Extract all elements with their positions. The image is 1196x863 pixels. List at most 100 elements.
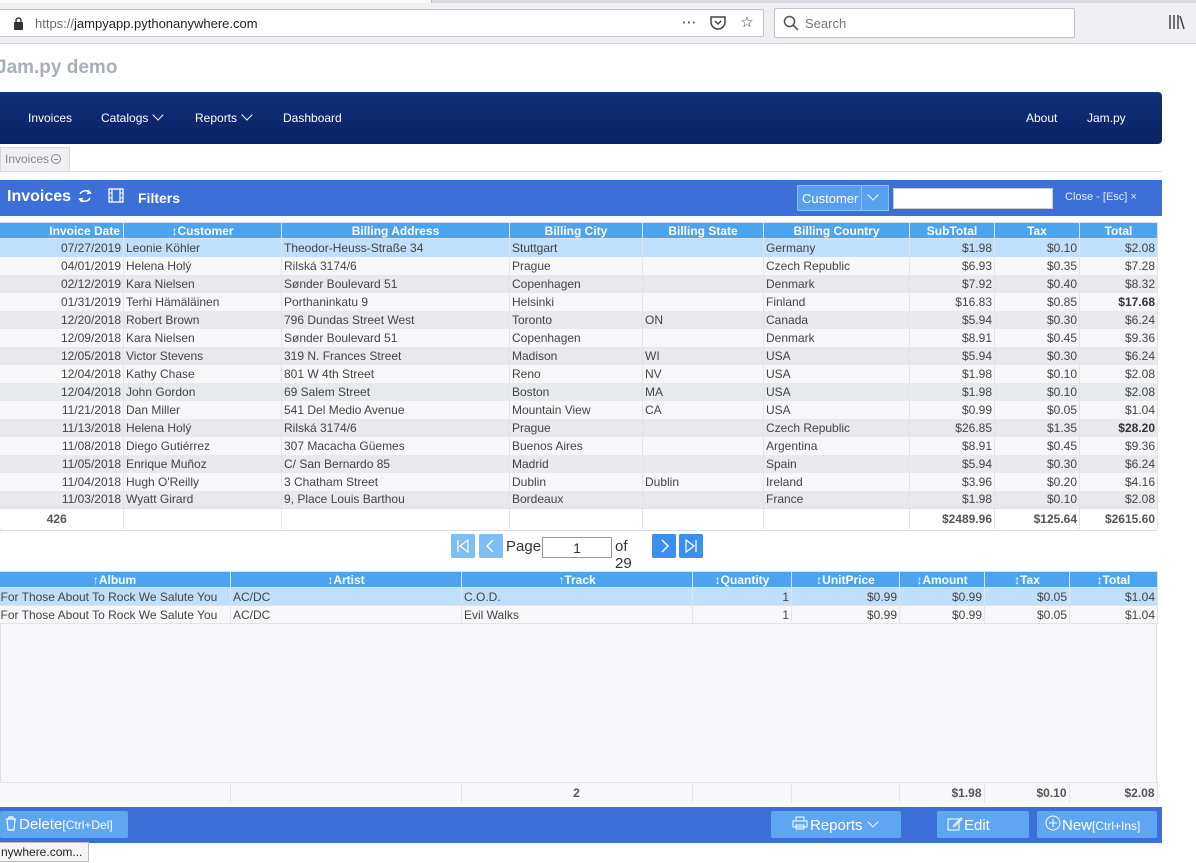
- table-row[interactable]: 11/13/2018 Helena Holý Rilská 3174/6 Prague…: [0, 418, 1158, 437]
- browser-search-field[interactable]: Search: [774, 8, 1075, 38]
- pocket-icon[interactable]: [709, 15, 727, 31]
- page-number-input[interactable]: 1: [542, 537, 612, 558]
- delete-shortcut: [Ctrl+Del]: [62, 818, 113, 832]
- footer-cell: $2489.96: [909, 508, 995, 529]
- table-cell: [642, 436, 764, 455]
- library-icon[interactable]: [1168, 14, 1186, 30]
- search-field-select[interactable]: Customer: [797, 185, 889, 211]
- table-cell: $4.16: [1079, 472, 1158, 491]
- new-button[interactable]: New[Ctrl+Ins]: [1037, 811, 1157, 838]
- refresh-icon[interactable]: [77, 188, 93, 204]
- table-row[interactable]: 04/01/2019 Helena Holý Rilská 3174/6 Prague…: [0, 256, 1158, 275]
- table-cell: Denmark: [763, 274, 910, 293]
- column-header[interactable]: ↕Total: [1069, 571, 1158, 588]
- table-row[interactable]: 11/21/2018 Dan Miller 541 Del Medio Avenue…: [0, 400, 1158, 419]
- column-header[interactable]: ↑Album: [0, 571, 231, 588]
- table-cell: $0.99: [791, 587, 900, 606]
- table-row[interactable]: 12/09/2018 Kara Nielsen Sønder Boulevard 5…: [0, 328, 1158, 347]
- delete-button[interactable]: Delete[Ctrl+Del]: [0, 811, 128, 838]
- table-cell: $0.30: [994, 310, 1080, 329]
- table-cell: 12/20/2018: [0, 310, 124, 329]
- footer-cell: [763, 508, 910, 529]
- table-row[interactable]: For Those About To Rock We Salute You AC/…: [0, 587, 1158, 606]
- tab-invoices[interactable]: Invoices: [0, 147, 71, 171]
- table-cell: $5.94: [909, 346, 995, 365]
- column-header[interactable]: Tax: [994, 222, 1080, 239]
- plus-circle-icon: [1045, 815, 1061, 831]
- footer-cell: [642, 508, 764, 529]
- next-page-button[interactable]: [652, 534, 676, 558]
- close-button[interactable]: Close - [Esc] ×: [1065, 191, 1137, 203]
- table-row[interactable]: 12/04/2018 Kathy Chase 801 W 4th Street Ren…: [0, 364, 1158, 383]
- table-cell: $0.30: [994, 454, 1080, 473]
- nav-reports[interactable]: Reports: [195, 109, 253, 125]
- table-row[interactable]: 07/27/2019 Leonie Köhler Theodor-Heuss-Str…: [0, 238, 1158, 257]
- table-cell: 69 Salem Street: [281, 382, 510, 401]
- table-cell: Boston: [509, 382, 643, 401]
- film-icon[interactable]: [108, 188, 124, 203]
- table-cell: 11/04/2018: [0, 472, 124, 491]
- close-tab-icon[interactable]: [51, 154, 62, 164]
- search-input[interactable]: [893, 188, 1053, 209]
- nav-invoices[interactable]: Invoices: [28, 111, 72, 125]
- reports-button[interactable]: Reports: [771, 811, 901, 838]
- table-row[interactable]: 02/12/2019 Kara Nielsen Sønder Boulevard 5…: [0, 274, 1158, 293]
- table-cell: $5.94: [909, 454, 995, 473]
- nav-catalogs[interactable]: Catalogs: [101, 109, 165, 125]
- column-header[interactable]: ↕Amount: [899, 571, 985, 588]
- bookmark-star-icon[interactable]: ☆: [737, 14, 757, 32]
- edit-label: Edit: [964, 817, 990, 834]
- column-header[interactable]: ↕Quantity: [692, 571, 792, 588]
- footer-cell: [230, 782, 462, 803]
- prev-page-button[interactable]: [479, 534, 503, 558]
- table-cell: $7.28: [1079, 256, 1158, 275]
- filters-button[interactable]: Filters: [138, 190, 180, 206]
- search-placeholder: Search: [805, 16, 847, 31]
- table-cell: 11/21/2018: [0, 400, 124, 419]
- more-actions-icon[interactable]: ⋯: [679, 14, 699, 32]
- table-row[interactable]: 11/05/2018 Enrique Muñoz C/ San Bernardo 8…: [0, 454, 1158, 473]
- column-header[interactable]: ↕Artist: [230, 571, 462, 588]
- column-header[interactable]: Billing City: [509, 222, 643, 239]
- table-cell: $1.98: [909, 238, 995, 257]
- url-protocol: https://: [35, 16, 75, 31]
- table-cell: $0.30: [994, 346, 1080, 365]
- table-row[interactable]: 12/20/2018 Robert Brown 796 Dundas Street …: [0, 310, 1158, 329]
- table-row[interactable]: 11/03/2018 Wyatt Girard 9, Place Louis Bar…: [0, 490, 1158, 509]
- nav-dashboard[interactable]: Dashboard: [283, 111, 342, 125]
- table-cell: $0.10: [994, 364, 1080, 383]
- table-cell: $1.04: [1069, 587, 1158, 606]
- table-cell: $16.83: [909, 292, 995, 311]
- nav-jampy[interactable]: Jam.py: [1087, 111, 1126, 125]
- column-header[interactable]: Invoice Date: [0, 222, 124, 239]
- table-row[interactable]: 12/05/2018 Victor Stevens 319 N. Frances S…: [0, 346, 1158, 365]
- column-header[interactable]: Total: [1079, 222, 1158, 239]
- table-row[interactable]: 01/31/2019 Terhi Hämäläinen Porthaninkatu …: [0, 292, 1158, 311]
- table-cell: Theodor-Heuss-Straße 34: [281, 238, 510, 257]
- table-row[interactable]: For Those About To Rock We Salute You AC/…: [0, 605, 1158, 624]
- column-header[interactable]: ↕UnitPrice: [791, 571, 900, 588]
- table-cell: Wyatt Girard: [123, 490, 282, 509]
- table-row[interactable]: 11/04/2018 Hugh O'Reilly 3 Chatham Street D…: [0, 472, 1158, 491]
- table-cell: 307 Macacha Güemes: [281, 436, 510, 455]
- table-cell: CA: [642, 400, 764, 419]
- column-header[interactable]: Billing Country: [763, 222, 910, 239]
- table-cell: $0.85: [994, 292, 1080, 311]
- column-header[interactable]: Billing Address: [281, 222, 510, 239]
- edit-button[interactable]: Edit: [937, 811, 1029, 838]
- url-bar[interactable]: https://jampyapp.pythonanywhere.com ⋯ ☆: [0, 9, 764, 37]
- table-cell: Dublin: [642, 472, 764, 491]
- table-cell: Madrid: [509, 454, 643, 473]
- table-row[interactable]: 12/04/2018 John Gordon 69 Salem Street Bost…: [0, 382, 1158, 401]
- column-header[interactable]: ↕Customer: [123, 222, 282, 239]
- table-cell: $6.24: [1079, 454, 1158, 473]
- first-page-button[interactable]: [451, 534, 475, 558]
- column-header[interactable]: ↕Tax: [984, 571, 1070, 588]
- column-header[interactable]: Billing State: [642, 222, 764, 239]
- last-page-button[interactable]: [679, 534, 703, 558]
- column-header[interactable]: SubTotal: [909, 222, 995, 239]
- table-row[interactable]: 11/08/2018 Diego Gutiérrez 307 Macacha Güe…: [0, 436, 1158, 455]
- column-header[interactable]: ↑Track: [461, 571, 693, 588]
- delete-label: Delete[Ctrl+Del]: [19, 816, 113, 833]
- nav-about[interactable]: About: [1026, 111, 1057, 125]
